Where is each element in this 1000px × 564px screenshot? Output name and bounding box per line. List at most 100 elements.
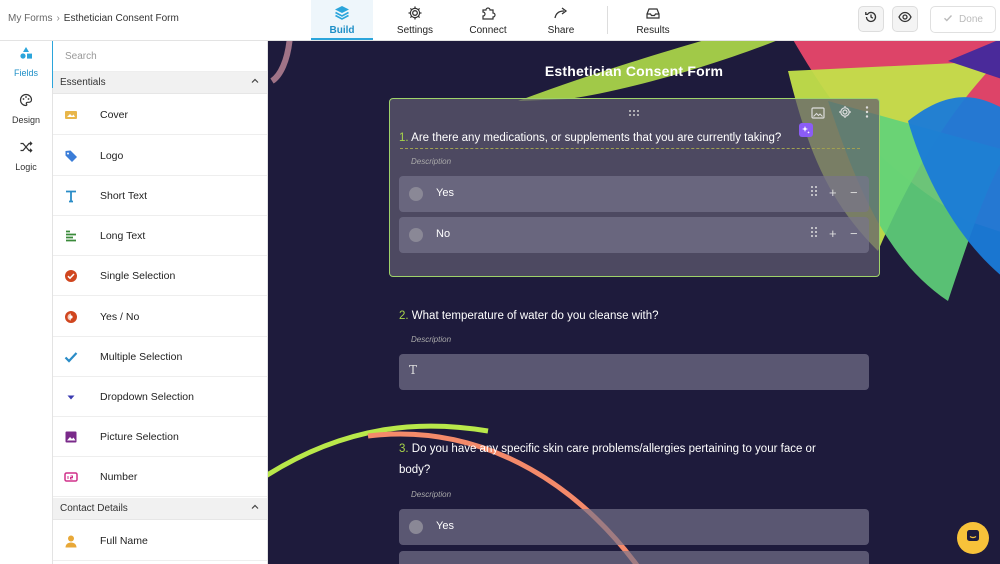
section-essentials[interactable]: Essentials	[53, 72, 267, 94]
chat-button[interactable]	[957, 522, 989, 554]
minus-icon[interactable]: −	[850, 185, 858, 201]
tab-settings[interactable]: Settings	[384, 0, 446, 40]
caret-down-icon	[54, 390, 88, 404]
field-label: Short Text	[100, 189, 148, 202]
question-description[interactable]: Description	[411, 157, 451, 166]
paragraph-lines-icon	[54, 229, 88, 243]
field-label: Cover	[100, 108, 129, 121]
rail-fields[interactable]: Fields	[0, 41, 52, 85]
radio-circle[interactable]	[409, 520, 423, 534]
field-long-text[interactable]: Long Text	[53, 216, 267, 256]
minus-icon[interactable]: −	[850, 226, 858, 242]
layers-icon	[334, 5, 350, 21]
kebab-menu-icon[interactable]	[865, 105, 869, 124]
search-input[interactable]	[53, 41, 267, 72]
history-icon	[864, 10, 878, 29]
field-cover[interactable]: Cover	[53, 95, 267, 135]
cover-image-icon	[54, 109, 88, 121]
chevron-up-icon	[250, 76, 260, 89]
form-canvas: Esthetician Consent Form 1. Are there an…	[268, 41, 1000, 564]
field-label: Full Name	[100, 534, 148, 547]
eye-icon	[898, 10, 912, 29]
text-t-icon: T	[409, 363, 418, 377]
field-full-name[interactable]: Full Name	[53, 521, 267, 561]
option-row[interactable]: Yes	[399, 509, 869, 545]
gear-icon[interactable]	[838, 105, 852, 124]
field-single-selection[interactable]: Single Selection	[53, 256, 267, 296]
tab-share-label: Share	[547, 25, 575, 36]
question-description[interactable]: Description	[411, 335, 451, 344]
form-title[interactable]: Esthetician Consent Form	[268, 63, 1000, 79]
field-logo[interactable]: Logo	[53, 136, 267, 176]
fields-panel: Essentials Cover Logo Short Text Long Te…	[53, 41, 268, 564]
plus-icon[interactable]: +	[829, 185, 837, 201]
option-label[interactable]: Yes	[436, 520, 454, 532]
rail-design[interactable]: Design	[0, 88, 52, 132]
tag-icon	[54, 149, 88, 163]
chevron-right-icon: ›	[56, 13, 60, 24]
radio-circle[interactable]	[409, 228, 423, 242]
image-icon[interactable]	[811, 106, 825, 124]
option-row[interactable]	[399, 551, 869, 564]
field-multiple-selection[interactable]: Multiple Selection	[53, 337, 267, 377]
question-title[interactable]: 2. What temperature of water do you clea…	[399, 306, 659, 327]
breadcrumb-my-forms[interactable]: My Forms	[8, 13, 52, 24]
section-essentials-title: Essentials	[60, 77, 106, 88]
plus-icon[interactable]: +	[829, 226, 837, 242]
option-row[interactable]: Yes + −	[399, 176, 869, 212]
inbox-icon	[645, 5, 661, 21]
field-label: Number	[100, 470, 138, 483]
chevron-up-icon	[250, 502, 260, 515]
shuffle-icon	[19, 140, 33, 159]
toolbar-divider	[607, 6, 608, 34]
field-picture-selection[interactable]: Picture Selection	[53, 417, 267, 457]
tab-build[interactable]: Build	[311, 0, 373, 40]
drag-handle-icon[interactable]	[810, 226, 818, 242]
person-icon	[54, 534, 88, 548]
shapes-icon	[19, 46, 33, 65]
yes-no-icon	[54, 310, 88, 324]
question-number: 1.	[399, 132, 409, 144]
field-short-text[interactable]: Short Text	[53, 176, 267, 216]
rail-design-label: Design	[11, 115, 40, 125]
option-label[interactable]: Yes	[436, 187, 454, 199]
preview-button[interactable]	[892, 6, 918, 32]
rail-fields-label: Fields	[13, 68, 38, 78]
tab-connect[interactable]: Connect	[457, 0, 519, 40]
breadcrumb-current: Esthetician Consent Form	[63, 13, 179, 24]
field-label: Logo	[100, 149, 124, 162]
ai-sparkle-icon[interactable]	[799, 123, 813, 137]
share-arrow-icon	[553, 5, 569, 21]
tab-share[interactable]: Share	[530, 0, 592, 40]
drag-handle-icon[interactable]	[810, 185, 818, 201]
question-card-selected[interactable]: 1. Are there any medications, or supplem…	[389, 98, 880, 277]
puzzle-icon	[480, 5, 496, 21]
top-bar: My Forms › Esthetician Consent Form Build …	[0, 0, 1000, 41]
field-number[interactable]: Number	[53, 457, 267, 497]
question-title[interactable]: 1. Are there any medications, or supplem…	[399, 128, 781, 149]
field-label: Picture Selection	[100, 430, 179, 443]
field-label: Single Selection	[100, 269, 176, 282]
question-title[interactable]: 3. Do you have any specific skin care pr…	[399, 439, 839, 481]
done-button[interactable]: Done	[930, 6, 996, 33]
checkmark-icon	[54, 350, 88, 364]
field-label: Yes / No	[100, 310, 140, 323]
radio-circle[interactable]	[409, 187, 423, 201]
field-dropdown-selection[interactable]: Dropdown Selection	[53, 377, 267, 417]
history-button[interactable]	[858, 6, 884, 32]
gear-icon	[407, 5, 423, 21]
drag-handle-icon[interactable]	[628, 104, 640, 122]
rail-logic[interactable]: Logic	[0, 135, 52, 179]
option-label[interactable]: No	[436, 228, 450, 240]
option-row[interactable]: No + −	[399, 217, 869, 253]
field-yes-no[interactable]: Yes / No	[53, 297, 267, 337]
short-text-answer-input[interactable]: T	[399, 354, 869, 390]
breadcrumb: My Forms › Esthetician Consent Form	[8, 13, 179, 24]
question-number: 3.	[399, 443, 409, 455]
section-contact-details[interactable]: Contact Details	[53, 498, 267, 520]
field-label: Multiple Selection	[100, 350, 183, 363]
tab-results[interactable]: Results	[622, 0, 684, 40]
chat-icon	[965, 528, 981, 549]
question-description[interactable]: Description	[411, 490, 451, 499]
picture-icon	[54, 430, 88, 444]
